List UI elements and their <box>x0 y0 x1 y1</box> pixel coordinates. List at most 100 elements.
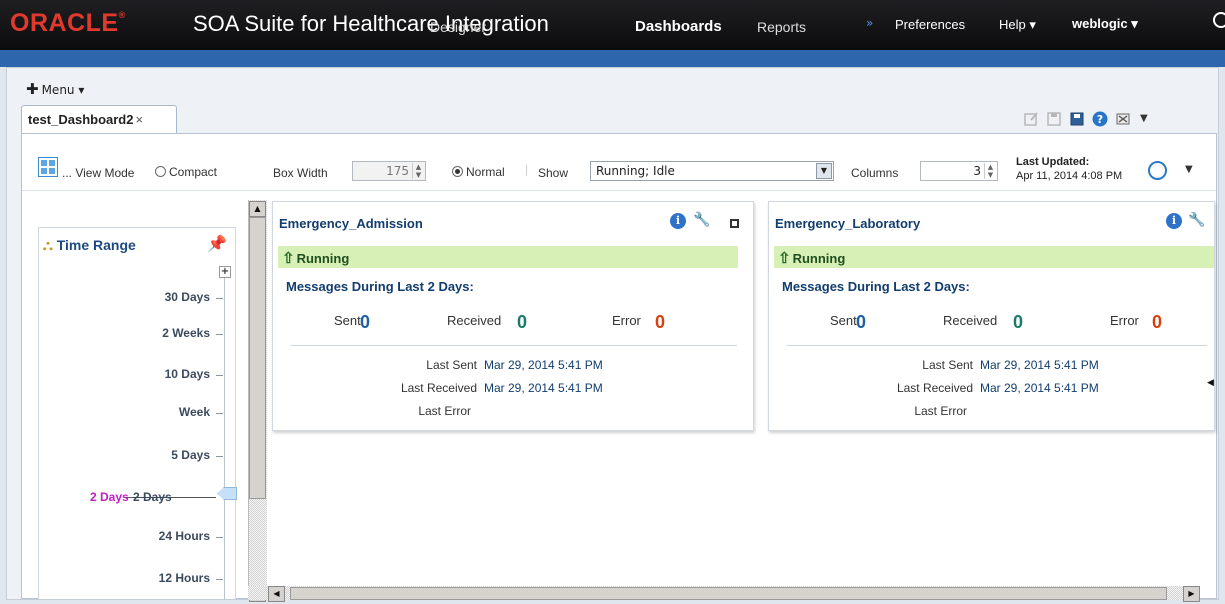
box-width-label: Box Width <box>273 166 328 180</box>
wrench-icon[interactable]: 🔧 <box>693 212 710 228</box>
tick-mark <box>216 334 223 335</box>
time-range-title-text: Time Range <box>56 237 136 253</box>
last-updated-label: Last Updated: <box>1016 156 1090 168</box>
up-arrow-icon: ⇧ <box>282 250 295 267</box>
oracle-logo: ORACLE® <box>10 9 126 37</box>
chevron-down-icon[interactable]: ▼ <box>1140 113 1156 129</box>
tick-30-days[interactable]: 30 Days <box>130 290 210 304</box>
last-error-label: Last Error <box>914 404 967 418</box>
refresh-icon[interactable] <box>1148 161 1167 180</box>
save-as-icon[interactable] <box>1069 111 1085 127</box>
columns-label: Columns <box>851 166 899 180</box>
time-range-icon: ⛬ <box>43 237 53 253</box>
status-text: Running <box>296 251 350 266</box>
divider <box>787 345 1207 346</box>
refresh-options-chevron-icon[interactable]: ▼ <box>1185 164 1193 175</box>
divider <box>291 345 737 346</box>
sent-count[interactable]: 0 <box>360 313 370 331</box>
info-icon[interactable]: i <box>1166 213 1182 229</box>
sent-count[interactable]: 0 <box>856 313 866 331</box>
tab-test-dashboard2[interactable]: test_Dashboard2 × <box>21 105 177 134</box>
horizontal-scroll-thumb[interactable] <box>290 587 1167 600</box>
compact-radio-button[interactable] <box>155 166 166 177</box>
columns-spinner[interactable]: 3 ▲ ▼ <box>920 161 998 181</box>
plus-icon: ✚ <box>26 80 39 98</box>
scroll-right-icon[interactable]: ▶ <box>1183 586 1200 602</box>
info-icon[interactable]: i <box>670 213 686 229</box>
error-count[interactable]: 0 <box>1152 313 1162 331</box>
nav-dashboards-link[interactable]: Dashboards <box>635 18 722 35</box>
card-title[interactable]: Emergency_Admission <box>279 216 423 231</box>
logout-icon[interactable] <box>1213 12 1225 28</box>
last-received-value: Mar 29, 2014 5:41 PM <box>484 381 603 395</box>
tick-mark <box>216 298 223 299</box>
tick-5-days[interactable]: 5 Days <box>130 448 210 462</box>
received-count[interactable]: 0 <box>1013 313 1023 331</box>
scroll-left-icon[interactable]: ◀ <box>268 586 285 602</box>
card-title[interactable]: Emergency_Laboratory <box>775 216 920 231</box>
error-label: Error <box>1110 313 1139 328</box>
tick-10-days[interactable]: 10 Days <box>130 367 210 381</box>
edit-icon[interactable] <box>1023 111 1039 127</box>
tick-12-hours[interactable]: 12 Hours <box>130 571 210 585</box>
nav-designer-link[interactable]: Designer <box>430 19 486 35</box>
collapse-left-icon[interactable]: ◀ <box>1207 378 1214 396</box>
normal-radio-button[interactable] <box>452 166 463 177</box>
maximize-icon[interactable] <box>730 219 739 228</box>
status-bar: ⇧ Running <box>774 246 1214 268</box>
global-header <box>0 0 1225 50</box>
status-text: Running <box>792 251 846 266</box>
normal-radio[interactable]: Normal <box>452 165 505 179</box>
columns-value: 3 <box>973 164 981 178</box>
tick-mark <box>216 375 223 376</box>
help-icon[interactable]: ? <box>1092 111 1108 127</box>
last-updated-value: Apr 11, 2014 4:08 PM <box>1016 170 1123 182</box>
grid-view-icon[interactable] <box>38 157 58 177</box>
tick-week[interactable]: Week <box>130 405 210 419</box>
tick-2-days[interactable]: 2 Days <box>133 490 172 504</box>
nav-reports-link[interactable]: Reports <box>757 19 806 35</box>
received-label: Received <box>943 313 998 328</box>
messages-header: Messages During Last 2 Days: <box>286 279 474 294</box>
user-menu[interactable]: weblogic ▾ <box>1072 16 1138 32</box>
received-count[interactable]: 0 <box>517 313 527 331</box>
last-sent-value: Mar 29, 2014 5:41 PM <box>980 358 1099 372</box>
spinner-arrows-icon[interactable]: ▲ ▼ <box>984 163 996 179</box>
error-count[interactable]: 0 <box>655 313 665 331</box>
toolbar-divider: | <box>525 162 529 176</box>
menu-button[interactable]: ✚ Menu ▾ <box>26 80 84 98</box>
show-select[interactable]: Running; Idle ▼ <box>590 161 834 181</box>
dropdown-arrow-icon[interactable]: ▼ <box>816 163 832 179</box>
spinner-arrows-icon[interactable]: ▲ ▼ <box>412 163 424 179</box>
save-icon[interactable] <box>1046 111 1062 127</box>
pin-icon[interactable]: 📌 <box>207 234 227 253</box>
box-width-spinner[interactable]: 175 ▲ ▼ <box>352 161 426 181</box>
sent-label: Sent <box>334 313 361 328</box>
received-label: Received <box>447 313 502 328</box>
last-error-label: Last Error <box>418 404 471 418</box>
close-icon[interactable]: × <box>135 112 143 127</box>
compact-label: Compact <box>169 165 218 179</box>
scroll-up-icon[interactable]: ▲ <box>249 201 266 217</box>
tab-label: test_Dashboard2 <box>28 112 134 127</box>
vertical-scroll-thumb[interactable] <box>249 217 266 499</box>
last-received-value: Mar 29, 2014 5:41 PM <box>980 381 1099 395</box>
compact-radio[interactable]: Compact <box>155 165 217 179</box>
time-range-slider-track[interactable] <box>224 268 225 600</box>
last-sent-label: Last Sent <box>426 358 477 372</box>
tick-2-weeks[interactable]: 2 Weeks <box>130 326 210 340</box>
svg-text:?: ? <box>1097 113 1103 126</box>
messages-header: Messages During Last 2 Days: <box>782 279 970 294</box>
export-icon[interactable] <box>1115 111 1131 127</box>
menu-label: Menu ▾ <box>41 83 85 97</box>
help-menu[interactable]: Help ▾ <box>999 17 1036 33</box>
preferences-link[interactable]: Preferences <box>895 17 965 32</box>
tick-24-hours[interactable]: 24 Hours <box>130 529 210 543</box>
zoom-in-icon[interactable]: + <box>219 266 231 278</box>
wrench-icon[interactable]: 🔧 <box>1188 212 1206 228</box>
normal-label: Normal <box>466 165 505 179</box>
last-sent-value: Mar 29, 2014 5:41 PM <box>484 358 603 372</box>
up-arrow-icon: ⇧ <box>778 250 791 267</box>
last-received-label: Last Received <box>400 381 477 395</box>
tick-mark <box>216 456 223 457</box>
